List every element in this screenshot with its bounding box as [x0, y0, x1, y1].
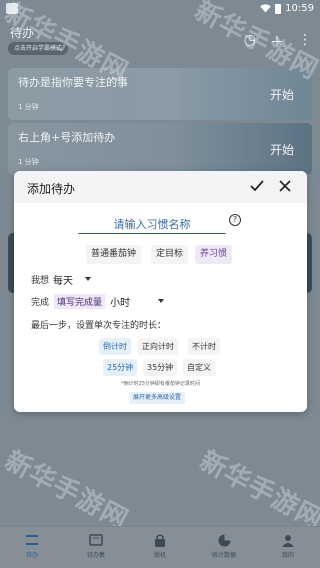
duration-35[interactable]: 35分钟 — [143, 359, 178, 376]
close-icon[interactable] — [277, 178, 293, 194]
task-start-button[interactable]: 开始 — [270, 86, 294, 103]
timer-none[interactable]: 不计时 — [188, 338, 220, 355]
wifi-icon — [260, 4, 272, 13]
task-duration: 1 分钟 — [18, 103, 39, 111]
nav-label: 锁机 — [153, 552, 166, 559]
task-start-button[interactable]: 开始 — [270, 141, 294, 158]
task-card[interactable]: 右上角+号添加待办 1 分钟 开始 — [8, 123, 312, 175]
nav-label: 统计数据 — [211, 552, 236, 559]
mode-goal[interactable]: 定目标 — [151, 245, 189, 264]
nav-todo[interactable]: 待办 — [0, 527, 64, 568]
watermark: 新华手游网 — [0, 445, 133, 536]
lock-icon — [152, 533, 168, 547]
complete-row: 完成 填写完成量 小时 — [31, 293, 165, 309]
collection-icon — [88, 533, 104, 547]
help-icon[interactable]: ? — [229, 214, 241, 226]
task-duration: 1 分钟 — [18, 158, 39, 166]
status-right: 10:59 — [260, 3, 314, 14]
timer-countup[interactable]: 正向计时 — [138, 338, 178, 355]
duration-custom[interactable]: 自定义 — [183, 359, 215, 376]
chevron-down-icon[interactable] — [85, 277, 92, 281]
nav-label: 我的 — [281, 552, 294, 559]
duration-25[interactable]: 25分钟 — [103, 359, 138, 376]
nav-label: 待办 — [25, 552, 38, 559]
frequency-select[interactable]: 每天 — [53, 272, 73, 287]
mode-selector: 普通番茄钟 定目标 养习惯 — [14, 245, 307, 265]
nav-stats[interactable]: 统计数据 — [192, 527, 256, 568]
battery-icon — [275, 3, 282, 14]
dialog-header: 添加待办 — [14, 171, 307, 203]
mode-pomodoro[interactable]: 普通番茄钟 — [86, 245, 142, 264]
unit-select[interactable]: 小时 — [110, 294, 130, 309]
list-icon — [24, 533, 40, 547]
hint-text: *倒计时25分钟即有番茄钟记录时间 — [121, 381, 200, 387]
nav-collection[interactable]: 待办集 — [64, 527, 128, 568]
complete-label: 完成 — [31, 297, 50, 308]
check-icon[interactable] — [249, 178, 265, 194]
chart-pie-icon — [216, 533, 232, 547]
complete-amount-field[interactable]: 填写完成量 — [54, 293, 106, 309]
person-icon — [280, 533, 296, 547]
timer-countdown[interactable]: 倒计时 — [99, 338, 131, 355]
frequency-label: 我想 — [31, 275, 50, 286]
add-todo-dialog: 添加待办 ? 普通番茄钟 定目标 养习惯 我想 每天 完成 填写完成量 小时 最… — [14, 171, 307, 412]
status-time: 10:59 — [285, 3, 314, 14]
advanced-settings-link[interactable]: 展开更多高级设置 — [129, 392, 186, 404]
habit-name-input[interactable] — [78, 216, 226, 234]
task-card[interactable]: 待办是指你要专注的事 1 分钟 开始 — [8, 68, 312, 120]
watermark: 新华手游网 — [194, 445, 320, 536]
frequency-row: 我想 每天 — [31, 272, 92, 287]
nav-me[interactable]: 我的 — [256, 527, 320, 568]
dialog-title: 添加待办 — [27, 182, 76, 196]
mode-habit[interactable]: 养习惯 — [195, 245, 233, 264]
bottom-nav: 待办 待办集 锁机 统计数据 我的 — [0, 526, 320, 568]
nav-lock[interactable]: 锁机 — [128, 527, 192, 568]
nav-label: 待办集 — [86, 552, 105, 559]
duration-prompt: 最后一步，设置单次专注的时长： — [31, 321, 167, 331]
chevron-down-icon[interactable] — [158, 299, 165, 303]
task-title: 右上角+号添加待办 — [18, 131, 116, 144]
